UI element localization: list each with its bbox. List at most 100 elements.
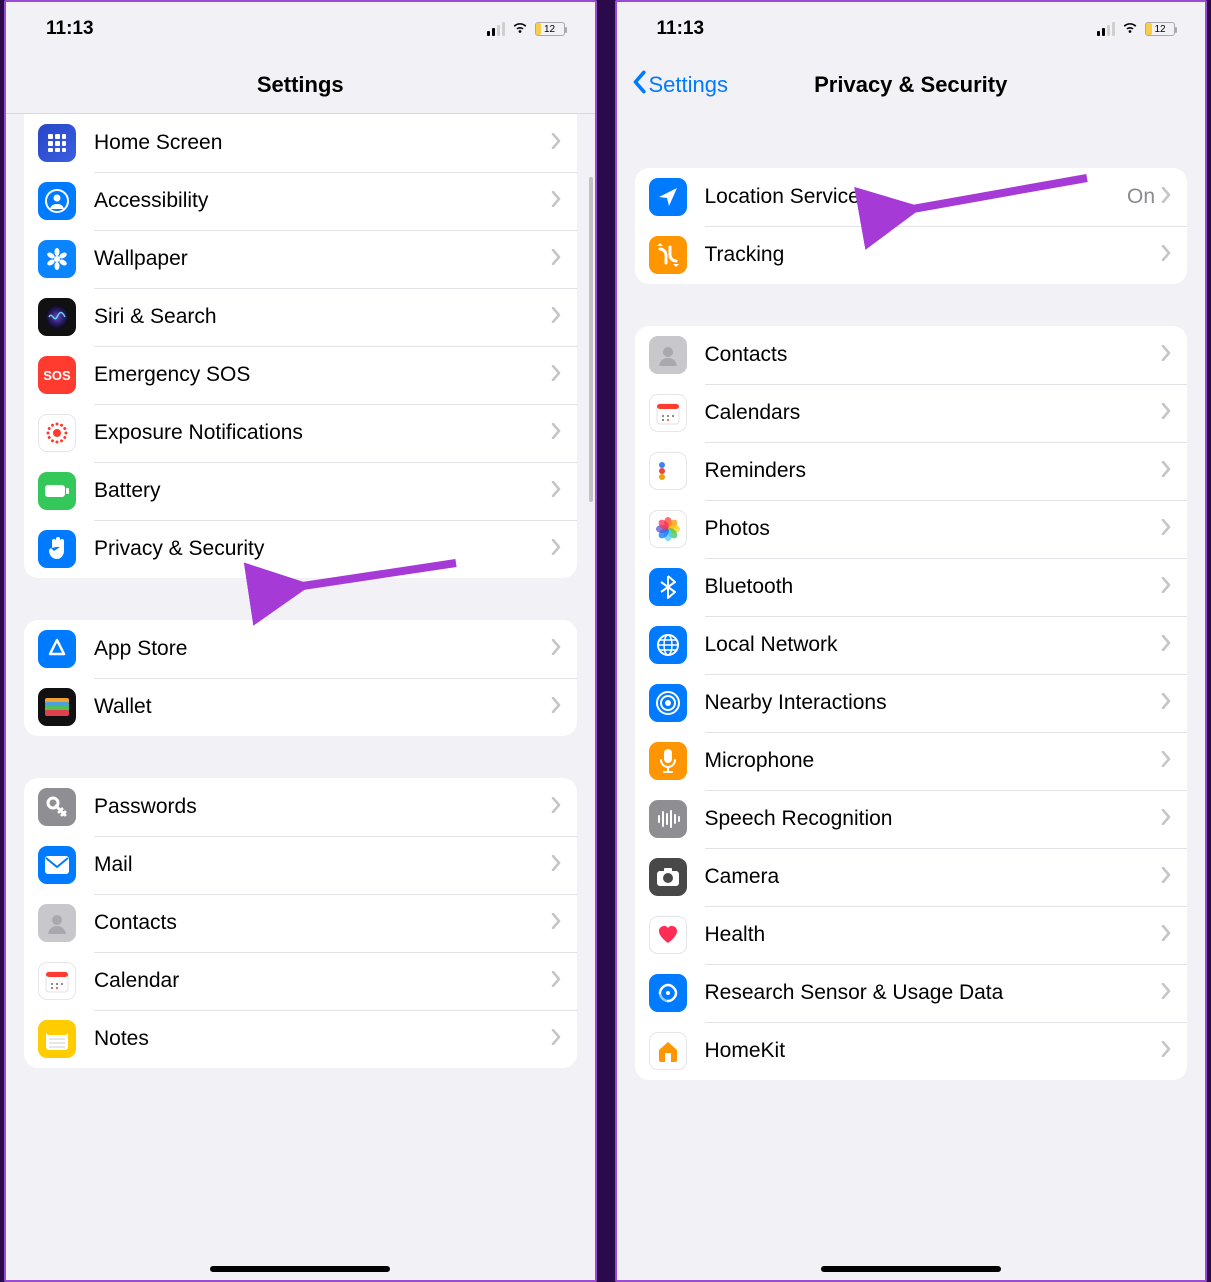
row-photos[interactable]: Photos xyxy=(635,500,1188,558)
row-local-net[interactable]: Local Network xyxy=(635,616,1188,674)
row-mail[interactable]: Mail xyxy=(24,836,577,894)
row-tracking[interactable]: Tracking xyxy=(635,226,1188,284)
chevron-right-icon xyxy=(551,913,561,934)
chevron-right-icon xyxy=(1161,635,1171,656)
phone-privacy: 11:13 12 Settings Privacy & Security Loc… xyxy=(615,0,1208,1282)
row-passwords[interactable]: Passwords xyxy=(24,778,577,836)
row-label: Camera xyxy=(705,865,1162,889)
mic-icon xyxy=(649,742,687,780)
wallet-icon xyxy=(38,688,76,726)
row-label: Home Screen xyxy=(94,131,551,155)
row-speech[interactable]: Speech Recognition xyxy=(635,790,1188,848)
status-indicators: 12 xyxy=(1097,18,1175,40)
chevron-right-icon xyxy=(551,797,561,818)
contacts-icon xyxy=(649,336,687,374)
chevron-right-icon xyxy=(1161,519,1171,540)
settings-group: Home Screen Accessibility Wallpaper Siri… xyxy=(24,114,577,578)
row-label: Calendars xyxy=(705,401,1162,425)
chevron-right-icon xyxy=(1161,983,1171,1004)
row-label: Research Sensor & Usage Data xyxy=(705,981,1162,1005)
settings-list[interactable]: Home Screen Accessibility Wallpaper Siri… xyxy=(6,114,595,1280)
battery-icon: 12 xyxy=(1145,22,1175,36)
row-label: Emergency SOS xyxy=(94,363,551,387)
row-label: Tracking xyxy=(705,243,1162,267)
photos-icon xyxy=(649,510,687,548)
chevron-right-icon xyxy=(1161,751,1171,772)
settings-group: App Store Wallet xyxy=(24,620,577,736)
page-title: Settings xyxy=(6,72,595,98)
chevron-right-icon xyxy=(551,639,561,660)
chevron-right-icon xyxy=(551,133,561,154)
row-home-screen[interactable]: Home Screen xyxy=(24,114,577,172)
row-label: Exposure Notifications xyxy=(94,421,551,445)
row-label: Notes xyxy=(94,1027,551,1051)
row-notes[interactable]: Notes xyxy=(24,1010,577,1068)
row-calendars2[interactable]: Calendars xyxy=(635,384,1188,442)
status-time: 11:13 xyxy=(46,18,94,40)
chevron-right-icon xyxy=(551,539,561,560)
chevron-right-icon xyxy=(551,697,561,718)
row-homekit[interactable]: HomeKit xyxy=(635,1022,1188,1080)
chevron-right-icon xyxy=(1161,461,1171,482)
nearby-icon xyxy=(649,684,687,722)
home-indicator[interactable] xyxy=(821,1266,1001,1272)
row-reminders[interactable]: Reminders xyxy=(635,442,1188,500)
home-icon xyxy=(649,1032,687,1070)
row-value: On xyxy=(1127,185,1155,209)
row-camera[interactable]: Camera xyxy=(635,848,1188,906)
row-label: Accessibility xyxy=(94,189,551,213)
chevron-right-icon xyxy=(551,1029,561,1050)
reminders-icon xyxy=(649,452,687,490)
home-indicator[interactable] xyxy=(210,1266,390,1272)
row-contacts2[interactable]: Contacts xyxy=(635,326,1188,384)
row-siri[interactable]: Siri & Search xyxy=(24,288,577,346)
privacy-list[interactable]: Location Services On Tracking Contacts C… xyxy=(617,114,1206,1280)
battery-icon xyxy=(38,472,76,510)
siri-icon xyxy=(38,298,76,336)
row-research[interactable]: Research Sensor & Usage Data xyxy=(635,964,1188,1022)
status-bar: 11:13 12 xyxy=(6,2,595,56)
row-privacy[interactable]: Privacy & Security xyxy=(24,520,577,578)
back-button[interactable]: Settings xyxy=(631,70,729,100)
row-calendar[interactable]: Calendar xyxy=(24,952,577,1010)
row-health[interactable]: Health xyxy=(635,906,1188,964)
row-wallet[interactable]: Wallet xyxy=(24,678,577,736)
chevron-right-icon xyxy=(1161,809,1171,830)
row-battery[interactable]: Battery xyxy=(24,462,577,520)
row-label: App Store xyxy=(94,637,551,661)
nav-bar: Settings Privacy & Security xyxy=(617,56,1206,114)
bluetooth-icon xyxy=(649,568,687,606)
row-label: Wallet xyxy=(94,695,551,719)
phone-settings: 11:13 12 Settings Home Screen Accessibil… xyxy=(4,0,597,1282)
row-accessibility[interactable]: Accessibility xyxy=(24,172,577,230)
row-label: Microphone xyxy=(705,749,1162,773)
research-icon xyxy=(649,974,687,1012)
hand-icon xyxy=(38,530,76,568)
calendar-icon xyxy=(649,394,687,432)
row-label: Health xyxy=(705,923,1162,947)
row-emergency-sos[interactable]: SOS Emergency SOS xyxy=(24,346,577,404)
speech-icon xyxy=(649,800,687,838)
contacts-icon xyxy=(38,904,76,942)
row-nearby[interactable]: Nearby Interactions xyxy=(635,674,1188,732)
row-app-store[interactable]: App Store xyxy=(24,620,577,678)
row-microphone[interactable]: Microphone xyxy=(635,732,1188,790)
row-contacts[interactable]: Contacts xyxy=(24,894,577,952)
chevron-left-icon xyxy=(631,70,647,100)
scrollbar[interactable] xyxy=(589,177,593,502)
chevron-right-icon xyxy=(1161,1041,1171,1062)
row-label: Local Network xyxy=(705,633,1162,657)
row-label: Wallpaper xyxy=(94,247,551,271)
row-wallpaper[interactable]: Wallpaper xyxy=(24,230,577,288)
row-exposure[interactable]: Exposure Notifications xyxy=(24,404,577,462)
status-bar: 11:13 12 xyxy=(617,2,1206,56)
settings-group: Location Services On Tracking xyxy=(635,168,1188,284)
row-label: Photos xyxy=(705,517,1162,541)
svg-text:SOS: SOS xyxy=(43,368,71,383)
back-label: Settings xyxy=(649,72,729,98)
row-label: HomeKit xyxy=(705,1039,1162,1063)
row-bluetooth[interactable]: Bluetooth xyxy=(635,558,1188,616)
chevron-right-icon xyxy=(1161,403,1171,424)
row-location[interactable]: Location Services On xyxy=(635,168,1188,226)
person-circle-icon xyxy=(38,182,76,220)
